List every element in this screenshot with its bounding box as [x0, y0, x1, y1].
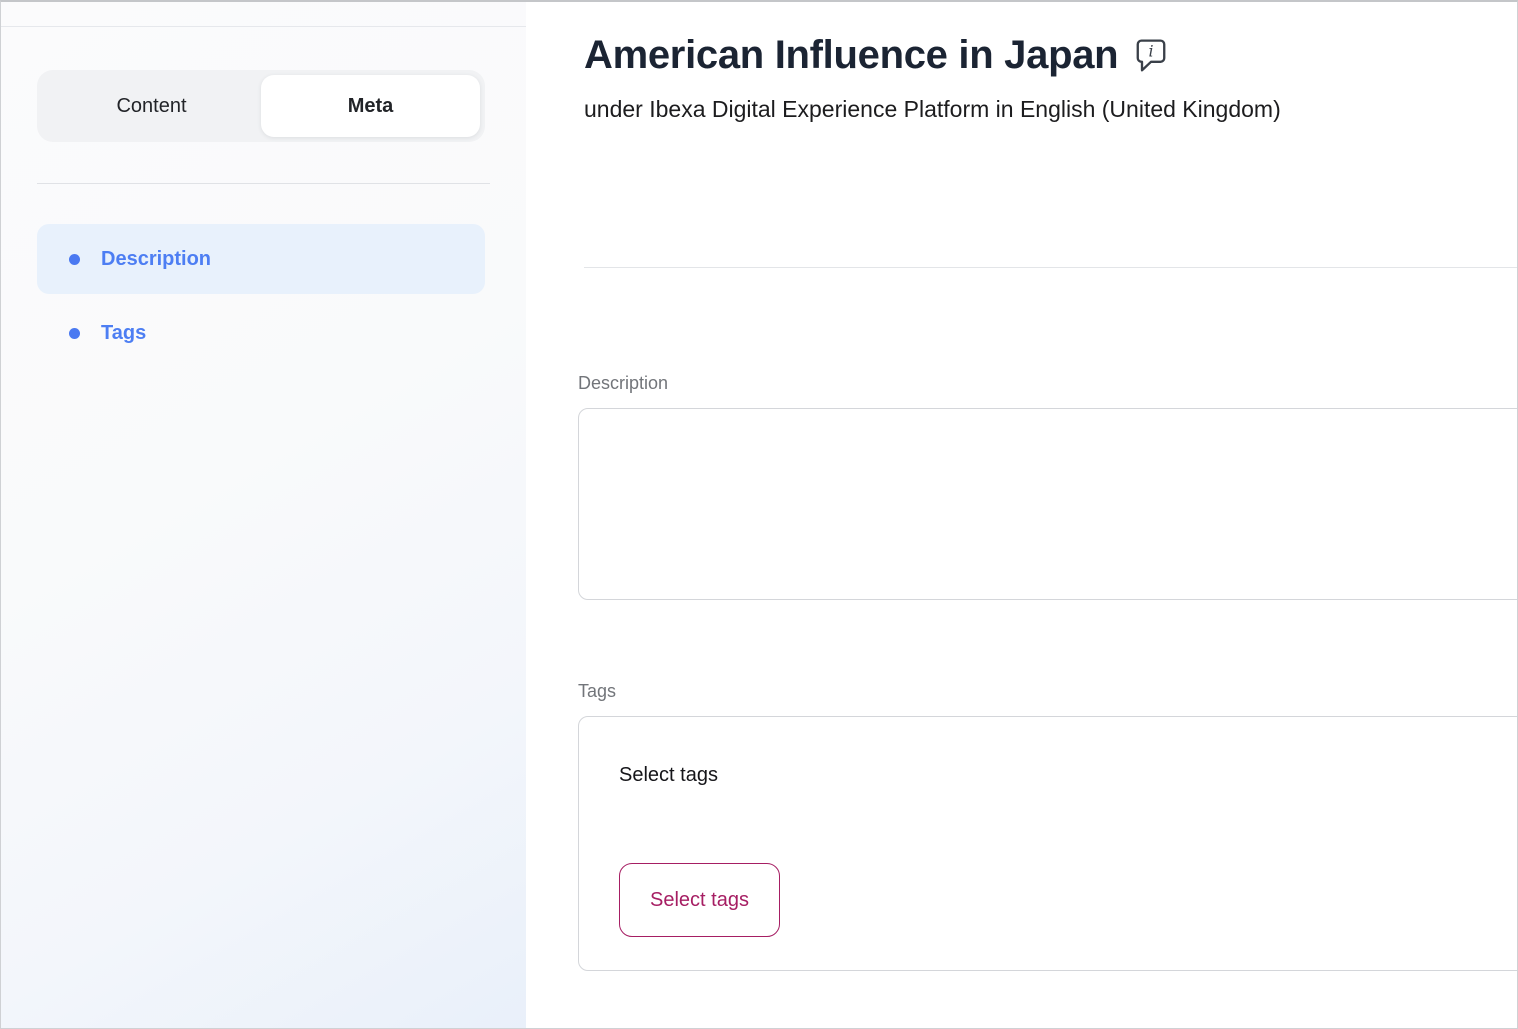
select-tags-button[interactable]: Select tags [619, 863, 780, 937]
bullet-icon [69, 328, 80, 339]
content-meta-tab-switcher: Content Meta [37, 70, 485, 142]
anchor-item-description[interactable]: Description [37, 224, 485, 294]
sidebar-divider [37, 183, 490, 184]
description-field-group: Description [578, 371, 1517, 600]
edit-sidebar: Content Meta Description Tags [1, 2, 526, 1028]
content-location-subtitle: under Ibexa Digital Experience Platform … [584, 95, 1517, 123]
tab-meta[interactable]: Meta [261, 75, 480, 137]
description-textarea[interactable] [578, 408, 1517, 600]
bullet-icon [69, 254, 80, 265]
tags-field-container: Select tags Select tags [578, 716, 1517, 971]
page-title: American Influence in Japan [584, 32, 1118, 79]
info-tooltip-icon[interactable]: i [1135, 38, 1167, 79]
title-row: American Influence in Japan i [584, 32, 1517, 79]
tab-content[interactable]: Content [42, 75, 261, 137]
panel-topbar [1, 2, 526, 27]
anchor-item-label: Description [101, 248, 211, 271]
select-tags-label: Select tags [619, 761, 718, 789]
anchor-item-tags[interactable]: Tags [37, 298, 485, 368]
anchor-item-label: Tags [101, 322, 146, 345]
svg-text:i: i [1149, 42, 1154, 61]
tags-field-label: Tags [578, 679, 1517, 703]
form-divider [584, 267, 1517, 268]
description-field-label: Description [578, 371, 1517, 395]
anchor-nav: Description Tags [1, 224, 526, 368]
tags-field-group: Tags Select tags Select tags [578, 679, 1517, 971]
edit-form-main: American Influence in Japan i under Ibex… [526, 2, 1517, 1028]
